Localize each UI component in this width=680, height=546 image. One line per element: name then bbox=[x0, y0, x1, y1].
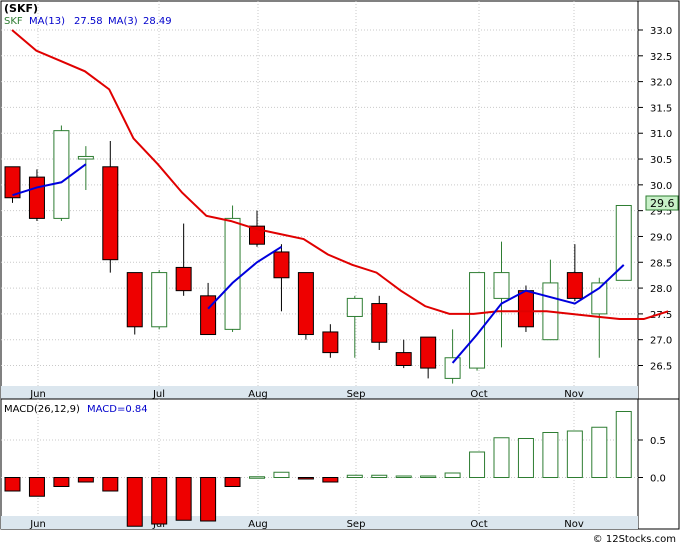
macd-bar-positive bbox=[615, 411, 632, 478]
macd-month-label: Sep bbox=[347, 519, 366, 530]
macd-bar-negative bbox=[322, 477, 339, 483]
macd-bar-positive bbox=[469, 451, 486, 478]
macd-value: MACD=0.84 bbox=[87, 404, 148, 415]
price-tick-label: 30.0 bbox=[650, 181, 672, 192]
candle-up bbox=[151, 272, 168, 328]
candle-up bbox=[53, 130, 70, 219]
candle-up bbox=[469, 272, 486, 369]
price-tick-label: 26.5 bbox=[650, 362, 672, 373]
price-month-label: Oct bbox=[470, 389, 487, 400]
macd-bar-negative bbox=[77, 477, 94, 483]
ma13-legend-label: MA(13) bbox=[29, 16, 65, 27]
macd-bar-positive bbox=[395, 475, 412, 478]
candle-down bbox=[517, 290, 534, 328]
price-month-label: Nov bbox=[564, 389, 584, 400]
macd-bar-negative bbox=[28, 477, 45, 497]
macd-bar-negative bbox=[200, 477, 217, 522]
ma3-legend-label: MA(3) bbox=[108, 16, 138, 27]
macd-bar-negative bbox=[151, 477, 168, 525]
macd-bar-negative bbox=[224, 477, 241, 487]
macd-bar-negative bbox=[4, 477, 21, 492]
macd-month-label: Jun bbox=[29, 519, 46, 530]
macd-tick-label: 0.0 bbox=[650, 474, 666, 485]
candle-down bbox=[126, 272, 143, 328]
macd-bar-negative bbox=[126, 477, 143, 527]
ma13-legend-value: 27.58 bbox=[74, 16, 103, 27]
candle-down bbox=[371, 303, 388, 343]
stock-chart: 26.527.027.528.028.529.029.530.030.531.0… bbox=[0, 0, 680, 545]
macd-bar-positive bbox=[566, 430, 583, 478]
macd-bar-positive bbox=[249, 476, 265, 479]
price-tick-label: 31.0 bbox=[650, 129, 672, 140]
macd-label: MACD(26,12,9) bbox=[4, 404, 80, 415]
candle-down bbox=[322, 331, 339, 354]
price-tick-label: 32.5 bbox=[650, 52, 672, 63]
candle-up bbox=[346, 297, 363, 317]
price-month-label: Aug bbox=[248, 389, 268, 400]
macd-tick-label: 0.5 bbox=[650, 436, 666, 447]
price-x-axis-band bbox=[1, 386, 638, 399]
price-tick-label: 27.0 bbox=[650, 336, 672, 347]
macd-right-axis bbox=[637, 398, 680, 530]
macd-bar-positive bbox=[517, 438, 534, 478]
macd-month-label: Oct bbox=[470, 519, 487, 530]
macd-bar-positive bbox=[420, 475, 437, 478]
ticker-label: (SKF) bbox=[4, 2, 38, 15]
skf-legend-mark: SKF bbox=[4, 16, 23, 27]
candle-up bbox=[444, 357, 461, 379]
last-price-tag: 29.6 bbox=[650, 197, 675, 210]
watermark: © 12Stocks.com bbox=[593, 534, 676, 545]
candle-down bbox=[175, 266, 192, 292]
macd-month-label: Nov bbox=[564, 519, 584, 530]
price-tick-label: 29.0 bbox=[650, 232, 672, 243]
candle-up bbox=[77, 155, 94, 160]
macd-bar-negative bbox=[53, 477, 70, 487]
candle-down bbox=[395, 352, 412, 367]
macd-bar-negative bbox=[175, 477, 192, 521]
price-tick-label: 28.5 bbox=[650, 258, 672, 269]
price-month-label: Jun bbox=[29, 389, 46, 400]
price-month-label: Jul bbox=[152, 389, 165, 400]
candle-up bbox=[493, 272, 510, 299]
macd-x-axis-band bbox=[1, 516, 638, 529]
macd-bar-positive bbox=[273, 471, 290, 478]
price-tick-label: 28.0 bbox=[650, 284, 672, 295]
candle-down bbox=[28, 176, 45, 219]
ma3-legend-value: 28.49 bbox=[143, 16, 172, 27]
price-month-label: Sep bbox=[347, 389, 366, 400]
candle-down bbox=[420, 336, 437, 369]
price-tick-label: 32.0 bbox=[650, 78, 672, 89]
macd-bar-positive bbox=[542, 432, 559, 478]
macd-bar-negative bbox=[102, 477, 119, 492]
macd-bar-positive bbox=[444, 472, 461, 478]
macd-month-label: Aug bbox=[248, 519, 268, 530]
candle-down bbox=[102, 166, 119, 261]
price-tick-label: 31.5 bbox=[650, 103, 672, 114]
candle-down bbox=[566, 272, 583, 299]
candle-down bbox=[273, 251, 290, 279]
macd-bar-negative bbox=[297, 477, 314, 480]
macd-bar-positive bbox=[591, 426, 608, 478]
candle-up bbox=[224, 217, 241, 330]
macd-bar-positive bbox=[346, 474, 363, 478]
macd-bar-positive bbox=[493, 437, 510, 478]
candle-down bbox=[200, 295, 217, 336]
candle-down bbox=[297, 272, 314, 336]
macd-bar-positive bbox=[371, 474, 388, 478]
price-tick-label: 33.0 bbox=[650, 26, 672, 37]
price-tick-label: 30.5 bbox=[650, 155, 672, 166]
